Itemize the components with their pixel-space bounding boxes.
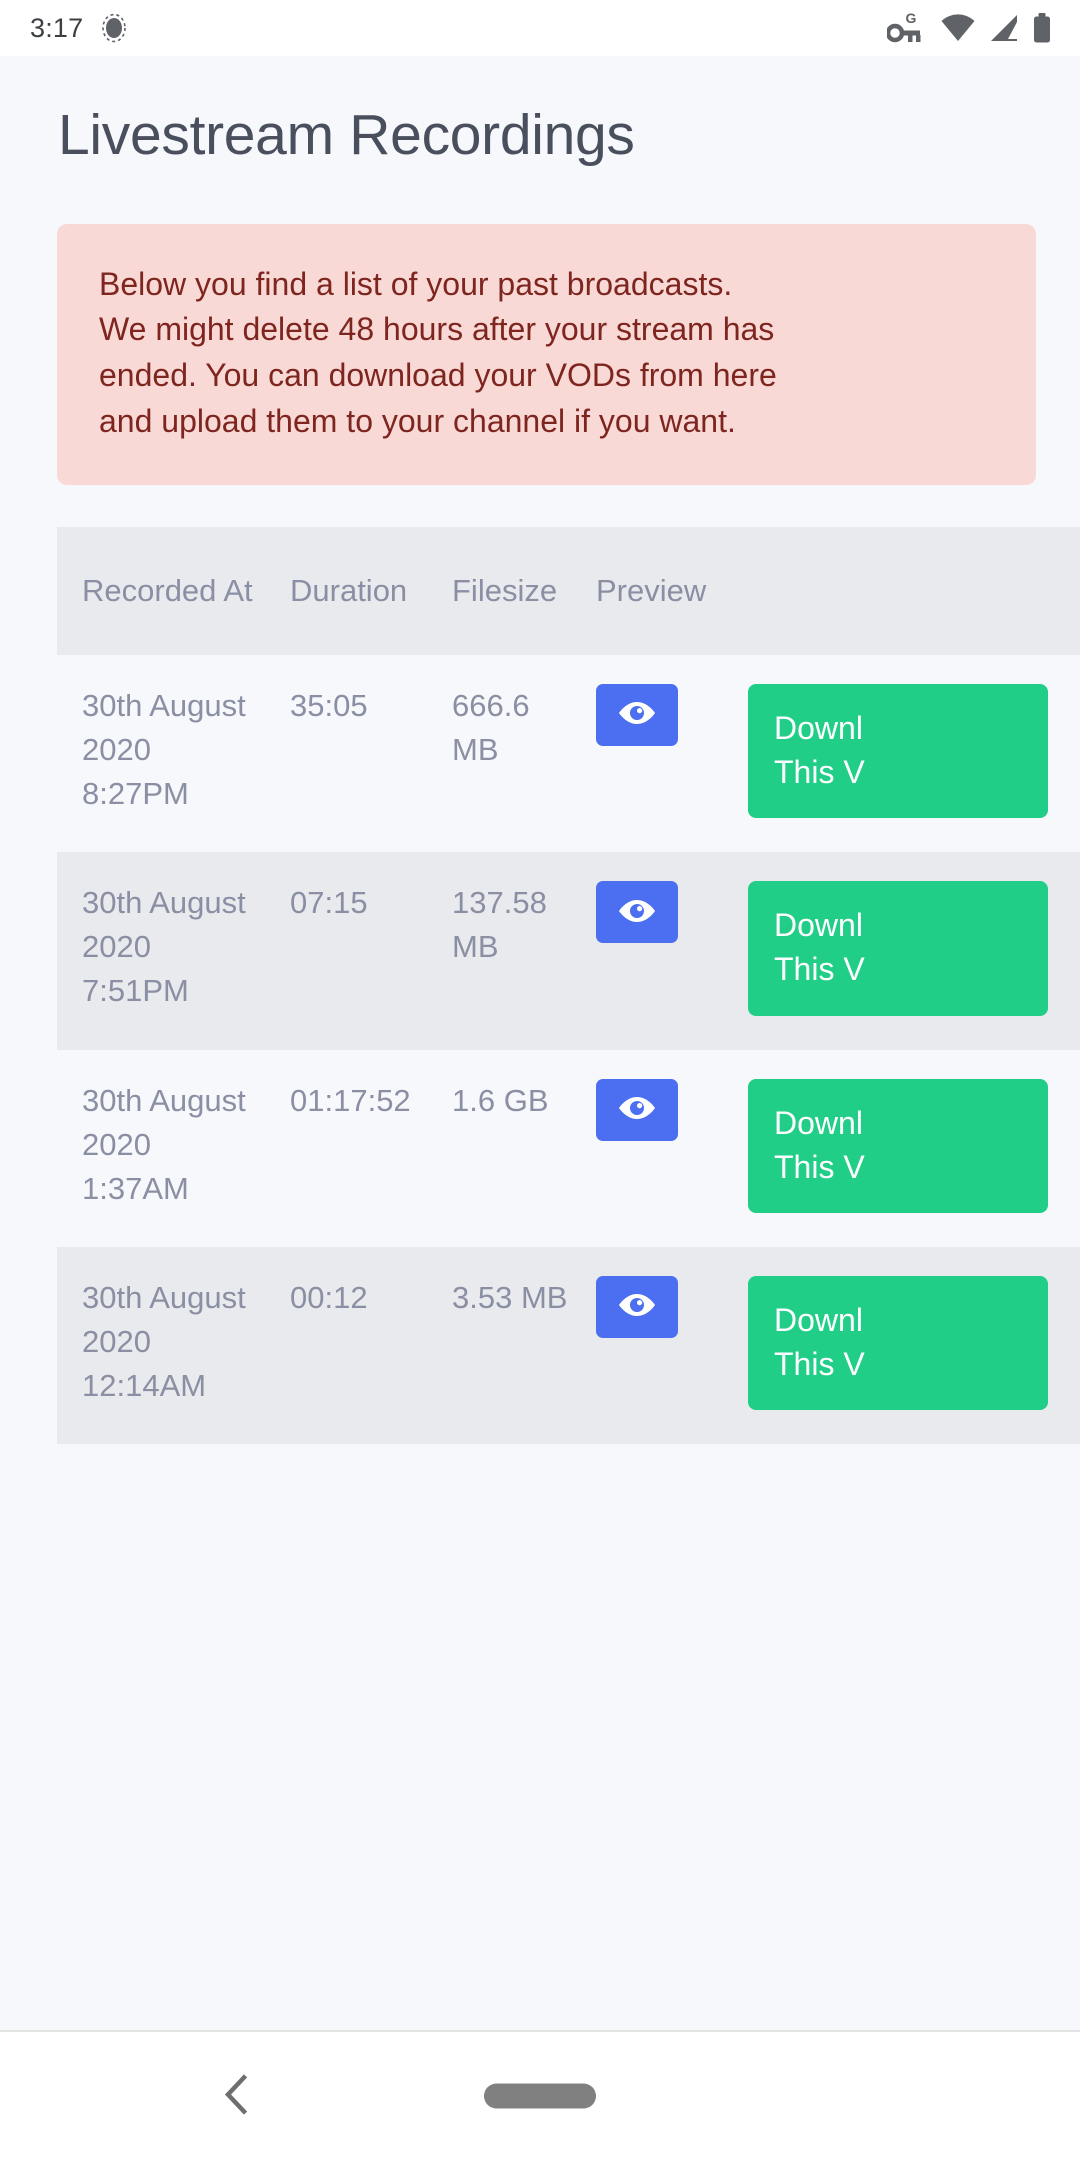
- cell-duration: 00:12: [265, 1246, 427, 1445]
- cell-recorded-at: 30th August 2020 12:14AM: [57, 1246, 265, 1445]
- table-row: 30th August 2020 8:27PM 35:05 666.6 MB D…: [57, 654, 1080, 853]
- alert-line-4: and upload them to your channel if you w…: [99, 402, 736, 439]
- chevron-left-icon: [222, 2074, 252, 2119]
- cell-filesize: 1.6 GB: [427, 1049, 571, 1247]
- table-header-row: Recorded At Duration Filesize Preview: [57, 526, 1080, 655]
- download-label-line-1: Downl: [774, 709, 863, 746]
- cell-actions: Downl This V: [723, 1049, 1080, 1247]
- preview-button[interactable]: [596, 881, 678, 944]
- download-label-line-2: This V: [774, 1148, 865, 1185]
- cell-actions: Downl This V: [723, 654, 1080, 853]
- cell-preview: [571, 852, 723, 1050]
- vpn-key-g-icon: G: [887, 11, 927, 45]
- recordings-table-scroll[interactable]: Recorded At Duration Filesize Preview 30…: [57, 526, 1080, 1445]
- column-header-actions: [723, 527, 1080, 655]
- wifi-icon: [940, 14, 976, 42]
- battery-icon: [1032, 13, 1052, 43]
- cell-filesize: 3.53 MB: [427, 1246, 571, 1445]
- cell-preview: [571, 654, 723, 853]
- download-vod-button[interactable]: Downl This V: [748, 881, 1048, 1016]
- download-label-line-2: This V: [774, 754, 865, 791]
- cell-duration: 01:17:52: [265, 1049, 427, 1247]
- column-header-duration[interactable]: Duration: [265, 527, 427, 655]
- download-vod-button[interactable]: Downl This V: [748, 683, 1048, 819]
- eye-icon: [617, 700, 657, 729]
- table-header: Recorded At Duration Filesize Preview: [57, 526, 1080, 655]
- cell-duration: 07:15: [265, 852, 427, 1050]
- info-alert: Below you find a list of your past broad…: [57, 223, 1036, 485]
- cell-preview: [571, 1246, 723, 1445]
- eye-icon: [617, 898, 657, 927]
- cell-duration: 35:05: [265, 654, 427, 853]
- table-row: 30th August 2020 7:51PM 07:15 137.58 MB: [57, 852, 1080, 1050]
- cell-filesize: 666.6 MB: [427, 654, 571, 853]
- cell-actions: Downl This V: [723, 852, 1080, 1050]
- column-header-filesize[interactable]: Filesize: [427, 527, 571, 655]
- home-pill-icon[interactable]: [484, 2083, 596, 2109]
- status-bar-left: 3:17: [30, 13, 127, 44]
- notification-dot-icon: [101, 13, 127, 43]
- download-vod-button[interactable]: Downl This V: [748, 1275, 1048, 1411]
- table-body: 30th August 2020 8:27PM 35:05 666.6 MB D…: [57, 654, 1080, 1445]
- download-label-line-1: Downl: [774, 1104, 863, 1141]
- cell-actions: Downl This V: [723, 1246, 1080, 1445]
- cellular-signal-icon: [989, 14, 1019, 42]
- system-navigation-bar: [0, 2030, 1080, 2160]
- status-clock: 3:17: [30, 12, 84, 43]
- alert-line-3: ended. You can download your VODs from h…: [99, 357, 777, 394]
- status-bar-right: G: [887, 11, 1052, 45]
- preview-button[interactable]: [596, 1275, 678, 1338]
- eye-icon: [617, 1292, 657, 1321]
- download-label-line-1: Downl: [774, 907, 863, 944]
- download-label-line-2: This V: [774, 1346, 865, 1382]
- page-title: Livestream Recordings: [58, 103, 635, 167]
- eye-icon: [617, 1095, 657, 1124]
- download-label-line-2: This V: [774, 951, 865, 988]
- webview-content: Livestream Recordings Below you find a l…: [0, 56, 1080, 2030]
- recordings-table: Recorded At Duration Filesize Preview 30…: [57, 526, 1080, 1445]
- table-bottom-spacer: [0, 1444, 1080, 1505]
- preview-button[interactable]: [596, 683, 678, 746]
- cell-filesize: 137.58 MB: [427, 852, 571, 1050]
- back-button[interactable]: [222, 2074, 252, 2119]
- column-header-preview[interactable]: Preview: [571, 527, 723, 655]
- table-row: 30th August 2020 12:14AM 00:12 3.53 MB D…: [57, 1246, 1080, 1445]
- alert-line-2: We might delete 48 hours after your stre…: [99, 311, 775, 348]
- cell-preview: [571, 1049, 723, 1247]
- download-label-line-1: Downl: [774, 1301, 863, 1338]
- download-vod-button[interactable]: Downl This V: [748, 1078, 1048, 1213]
- column-header-recorded-at[interactable]: Recorded At: [57, 527, 265, 655]
- table-row: 30th August 2020 1:37AM 01:17:52 1.6 GB: [57, 1049, 1080, 1247]
- cell-recorded-at: 30th August 2020 8:27PM: [57, 654, 265, 853]
- cell-recorded-at: 30th August 2020 7:51PM: [57, 852, 265, 1050]
- svg-text:G: G: [906, 11, 917, 26]
- preview-button[interactable]: [596, 1078, 678, 1141]
- status-bar: 3:17 G: [0, 0, 1080, 56]
- alert-line-1: Below you find a list of your past broad…: [99, 265, 733, 302]
- cell-recorded-at: 30th August 2020 1:37AM: [57, 1049, 265, 1247]
